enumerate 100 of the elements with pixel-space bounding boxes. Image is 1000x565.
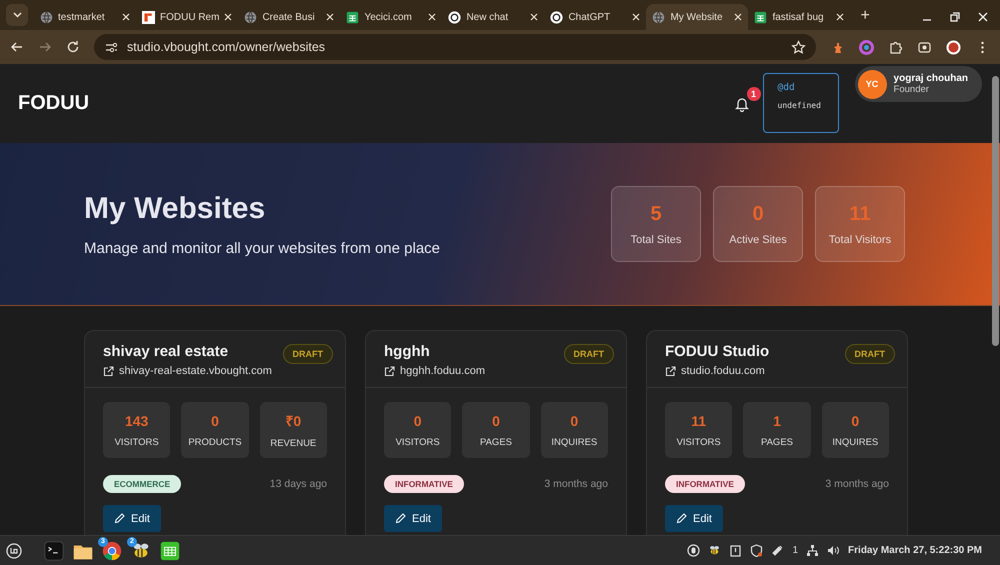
tab-title[interactable]: Yecici.com xyxy=(364,12,424,22)
metric-label: REVENUE xyxy=(270,438,316,449)
spreadsheet-icon[interactable] xyxy=(159,540,181,562)
pencil-icon xyxy=(114,513,125,524)
chevron-icon xyxy=(12,12,22,18)
new-tab-button[interactable]: + xyxy=(850,7,880,30)
profile-icon[interactable] xyxy=(946,40,961,54)
shield-icon[interactable] xyxy=(750,544,764,557)
puzzle-icon[interactable] xyxy=(888,40,903,54)
close-icon[interactable] xyxy=(632,13,640,21)
tab-title[interactable]: testmarket xyxy=(58,12,117,22)
browser-icon[interactable] xyxy=(101,540,123,562)
external-link-icon[interactable] xyxy=(384,366,395,376)
browser-tab[interactable]: ChatGPT xyxy=(544,4,646,30)
close-icon[interactable] xyxy=(224,13,232,21)
restore-icon[interactable] xyxy=(950,12,960,22)
browser-tab[interactable]: New chat xyxy=(442,4,544,30)
globe-icon xyxy=(244,10,258,24)
updated-time: 13 days ago xyxy=(270,478,327,490)
category-tag: INFORMATIVE xyxy=(384,475,464,493)
site-name: shivay real estate xyxy=(103,343,230,360)
user-role: Founder xyxy=(894,84,930,95)
stat-label: Total Sites xyxy=(630,234,682,246)
status-badge: DRAFT xyxy=(282,344,333,364)
chat-logo-icon xyxy=(550,10,564,24)
tab-title[interactable]: Create Busi xyxy=(262,12,322,22)
notification-count: 1 xyxy=(792,545,798,556)
status-badge: DRAFT xyxy=(844,344,895,364)
metric-value: 0 xyxy=(570,412,578,428)
screenshot-icon[interactable] xyxy=(917,40,932,54)
tab-title[interactable]: FODUU Rem xyxy=(160,12,220,22)
stat-value: 11 xyxy=(849,202,871,226)
browser-tab[interactable]: My Website xyxy=(646,4,748,30)
close-icon[interactable] xyxy=(734,13,742,21)
brand-logo[interactable]: FODUU xyxy=(18,92,90,115)
site-url[interactable]: shivay-real-estate.vbought.com xyxy=(119,365,272,377)
user-menu[interactable]: YC yograj chouhan Founder xyxy=(854,66,982,102)
tab-title[interactable]: fastisaf bug xyxy=(772,12,832,22)
close-icon[interactable] xyxy=(122,13,130,21)
metric-value: ₹0 xyxy=(285,412,302,430)
notification-badge: 1 xyxy=(746,86,761,100)
clock[interactable]: Friday March 27, 5:22:30 PM xyxy=(848,545,982,556)
network-icon[interactable] xyxy=(806,544,820,557)
close-icon[interactable] xyxy=(428,13,436,21)
metric-value: 0 xyxy=(851,412,860,428)
menu-icon[interactable] xyxy=(6,542,22,558)
bee-icon[interactable] xyxy=(708,544,722,557)
metric-value: 143 xyxy=(124,412,148,428)
spreadsheet-icon xyxy=(754,10,768,24)
logo-icon xyxy=(142,10,155,24)
updated-time: 3 months ago xyxy=(825,478,889,490)
terminal-icon[interactable] xyxy=(43,540,65,562)
address-bar[interactable]: studio.vbought.com/owner/websites xyxy=(94,34,816,60)
forward-icon[interactable] xyxy=(38,40,52,54)
close-icon[interactable] xyxy=(836,13,844,21)
tab-title[interactable]: New chat xyxy=(466,12,526,22)
tab-list-button[interactable] xyxy=(6,4,28,26)
browser-tab[interactable]: testmarket xyxy=(34,4,136,30)
stat-label: Total Visitors xyxy=(828,234,892,246)
user-avatar: YC xyxy=(858,70,887,98)
toggle-icon[interactable] xyxy=(687,544,700,557)
browser-tab[interactable]: Create Busi xyxy=(238,4,340,30)
browser-tab[interactable]: fastisaf bug xyxy=(748,4,850,30)
site-url[interactable]: hgghh.foduu.com xyxy=(400,365,486,377)
close-icon[interactable] xyxy=(978,12,988,22)
color-wheel-icon[interactable] xyxy=(859,40,874,54)
metric-value: 0 xyxy=(492,412,500,428)
reload-icon[interactable] xyxy=(66,40,80,54)
globe-icon xyxy=(652,10,666,24)
close-icon[interactable] xyxy=(530,13,538,21)
page-subtitle: Manage and monitor all your websites from one place xyxy=(84,240,442,256)
edit-button[interactable]: Edit xyxy=(103,505,161,532)
tab-title[interactable]: My Website xyxy=(670,12,730,22)
metric-label: VISITORS xyxy=(676,436,721,448)
site-url[interactable]: studio.foduu.com xyxy=(681,365,765,377)
edit-button[interactable]: Edit xyxy=(665,505,723,532)
clipboard-icon[interactable] xyxy=(729,544,742,557)
external-link-icon[interactable] xyxy=(665,366,676,376)
scrollbar[interactable] xyxy=(992,76,999,346)
stat-value: 0 xyxy=(752,202,764,226)
star-icon[interactable] xyxy=(791,40,806,54)
site-name: hgghh xyxy=(384,343,431,360)
page-title: My Websites xyxy=(84,192,266,226)
close-icon[interactable] xyxy=(326,13,334,21)
chat-logo-icon xyxy=(448,10,462,24)
browser-tab[interactable]: FODUU Rem xyxy=(136,4,238,30)
popup-handle: @dd xyxy=(778,82,796,93)
metric-label: INQUIRES xyxy=(551,436,598,448)
site-name: FODUU Studio xyxy=(665,343,770,360)
category-tag: INFORMATIVE xyxy=(665,475,745,493)
external-link-icon[interactable] xyxy=(103,366,114,376)
metric-label: VISITORS xyxy=(396,436,440,448)
browser-tab[interactable]: Yecici.com xyxy=(340,4,442,30)
bell-icon[interactable] xyxy=(734,96,749,112)
stat-value: 5 xyxy=(650,202,662,226)
back-icon[interactable] xyxy=(10,40,24,54)
tab-title[interactable]: ChatGPT xyxy=(568,12,628,22)
metric-label: PRODUCTS xyxy=(188,436,242,448)
edit-button[interactable]: Edit xyxy=(384,505,442,532)
volume-icon[interactable] xyxy=(827,544,840,557)
